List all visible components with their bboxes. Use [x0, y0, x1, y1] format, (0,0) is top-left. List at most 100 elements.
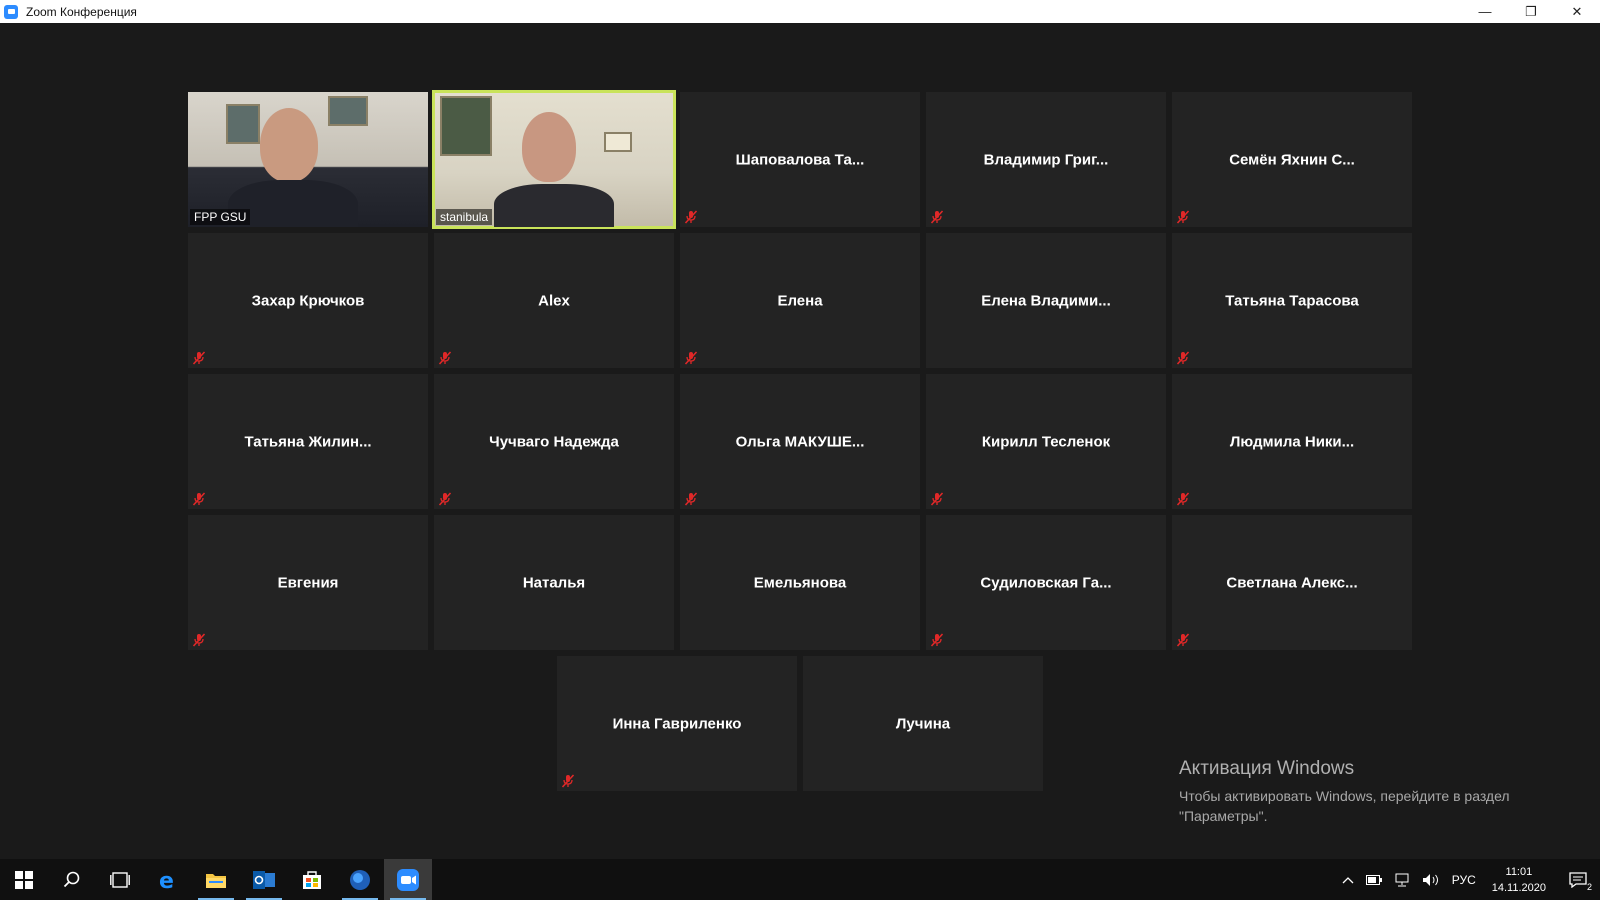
muted-mic-icon	[192, 351, 206, 365]
participant-tile[interactable]: Татьяна Жилин...	[188, 374, 428, 509]
speaker-icon	[1422, 873, 1438, 886]
search-icon	[63, 871, 80, 887]
gallery-view: FPP GSU stanibula Шаповалова Та... Владимир…	[0, 23, 1600, 859]
notification-icon	[1569, 871, 1587, 888]
show-hidden-icons[interactable]	[1336, 859, 1360, 900]
muted-mic-icon	[1176, 492, 1190, 506]
wall-frame	[226, 104, 260, 144]
windows-activation-watermark: Активация Windows Чтобы активировать Win…	[1179, 758, 1510, 826]
zoom-taskbar-button[interactable]	[384, 859, 432, 900]
participant-tile[interactable]: Наталья	[434, 515, 674, 650]
participant-tile[interactable]: Судиловская Га...	[926, 515, 1166, 650]
notification-count: 2	[1586, 882, 1592, 892]
participant-tile[interactable]: Инна Гавриленко	[557, 656, 797, 791]
chevron-up-icon	[1342, 876, 1354, 883]
participant-name: Татьяна Жилин...	[244, 433, 372, 450]
participant-name: Елена Владими...	[981, 292, 1111, 309]
participant-tile[interactable]: Захар Крючков	[188, 233, 428, 368]
participant-tile[interactable]: Емельянова	[680, 515, 920, 650]
participant-name: Владимир Григ...	[983, 151, 1109, 168]
participant-name: Елена	[777, 292, 823, 309]
windows-logo-icon	[15, 870, 33, 889]
windows-taskbar: e РУС 11:01 14.11.2020 2	[0, 859, 1600, 900]
muted-mic-icon	[438, 492, 452, 506]
participant-tile[interactable]: Кирилл Тесленок	[926, 374, 1166, 509]
muted-mic-icon	[192, 633, 206, 647]
minimize-button[interactable]: —	[1462, 0, 1508, 23]
participant-tile[interactable]: FPP GSU	[188, 92, 428, 227]
participant-name: Емельянова	[753, 574, 847, 591]
participant-tile[interactable]: Ольга МАКУШЕ...	[680, 374, 920, 509]
muted-mic-icon	[192, 492, 206, 506]
wall-painting	[440, 96, 492, 156]
participant-tile[interactable]: Чучваго Надежда	[434, 374, 674, 509]
participant-tile[interactable]: Елена	[680, 233, 920, 368]
task-view-button[interactable]	[96, 859, 144, 900]
clock-date: 14.11.2020	[1491, 881, 1546, 894]
close-button[interactable]: ✕	[1554, 0, 1600, 23]
language-indicator[interactable]: РУС	[1446, 859, 1482, 900]
participant-tile[interactable]: Светлана Алекс...	[1172, 515, 1412, 650]
network-tray-button[interactable]	[1388, 859, 1416, 900]
edge-button[interactable]: e	[144, 859, 192, 900]
muted-mic-icon	[930, 633, 944, 647]
muted-mic-icon	[1176, 351, 1190, 365]
start-button[interactable]	[0, 859, 48, 900]
network-icon	[1395, 873, 1409, 886]
activation-text: Чтобы активировать Windows, перейдите в …	[1179, 786, 1510, 826]
muted-mic-icon	[684, 210, 698, 224]
participant-face	[260, 108, 318, 182]
browser-icon	[350, 869, 370, 890]
participant-tile[interactable]: Владимир Григ...	[926, 92, 1166, 227]
participant-name: Захар Крючков	[251, 292, 365, 309]
participant-name: Людмила Ники...	[1229, 433, 1355, 450]
store-icon	[303, 870, 321, 889]
outlook-icon	[253, 870, 275, 889]
clock-time: 11:01	[1505, 865, 1533, 878]
window-controls: — ❐ ✕	[1462, 0, 1600, 23]
participant-name-label: stanibula	[436, 209, 493, 225]
muted-mic-icon	[684, 492, 698, 506]
participant-tile[interactable]: Людмила Ники...	[1172, 374, 1412, 509]
search-button[interactable]	[48, 859, 96, 900]
battery-tray-button[interactable]	[1360, 859, 1388, 900]
activation-line-2: "Параметры".	[1179, 808, 1268, 824]
participant-name: Наталья	[522, 574, 586, 591]
muted-mic-icon	[1176, 633, 1190, 647]
file-explorer-button[interactable]	[192, 859, 240, 900]
participant-tile[interactable]: Татьяна Тарасова	[1172, 233, 1412, 368]
wall-frame	[328, 96, 368, 126]
system-tray: РУС 11:01 14.11.2020 2	[1336, 859, 1600, 900]
clock[interactable]: 11:01 14.11.2020	[1482, 864, 1556, 896]
muted-mic-icon	[930, 210, 944, 224]
outlook-button[interactable]	[240, 859, 288, 900]
participant-tile[interactable]: Евгения	[188, 515, 428, 650]
activation-title: Активация Windows	[1179, 758, 1355, 779]
participant-tile[interactable]: Лучина	[803, 656, 1043, 791]
browser-button[interactable]	[336, 859, 384, 900]
participant-name: Татьяна Тарасова	[1225, 292, 1359, 309]
participant-name-label: FPP GSU	[190, 209, 251, 225]
window-titlebar: Zoom Конференция — ❐ ✕	[0, 0, 1600, 23]
participant-name: Шаповалова Та...	[735, 151, 865, 168]
participant-name: Лучина	[895, 715, 951, 732]
restore-button[interactable]: ❐	[1508, 0, 1554, 23]
participant-body	[494, 184, 614, 227]
participant-name: Ольга МАКУШЕ...	[735, 433, 865, 450]
participant-name: Светлана Алекс...	[1226, 574, 1358, 591]
battery-icon	[1365, 874, 1382, 885]
participant-tile[interactable]: Семён Яхнин С...	[1172, 92, 1412, 227]
volume-tray-button[interactable]	[1416, 859, 1446, 900]
participant-tile[interactable]: stanibula	[432, 90, 676, 229]
edge-icon: e	[159, 869, 174, 891]
participant-name: Инна Гавриленко	[612, 715, 742, 732]
store-button[interactable]	[288, 859, 336, 900]
participant-tile[interactable]: Елена Владими...	[926, 233, 1166, 368]
participant-tile[interactable]: Alex	[434, 233, 674, 368]
participant-tile[interactable]: Шаповалова Та...	[680, 92, 920, 227]
window-title: Zoom Конференция	[26, 4, 137, 19]
wall-frame	[604, 132, 632, 152]
participant-face	[522, 112, 576, 182]
muted-mic-icon	[684, 351, 698, 365]
action-center-button[interactable]: 2	[1556, 859, 1600, 900]
